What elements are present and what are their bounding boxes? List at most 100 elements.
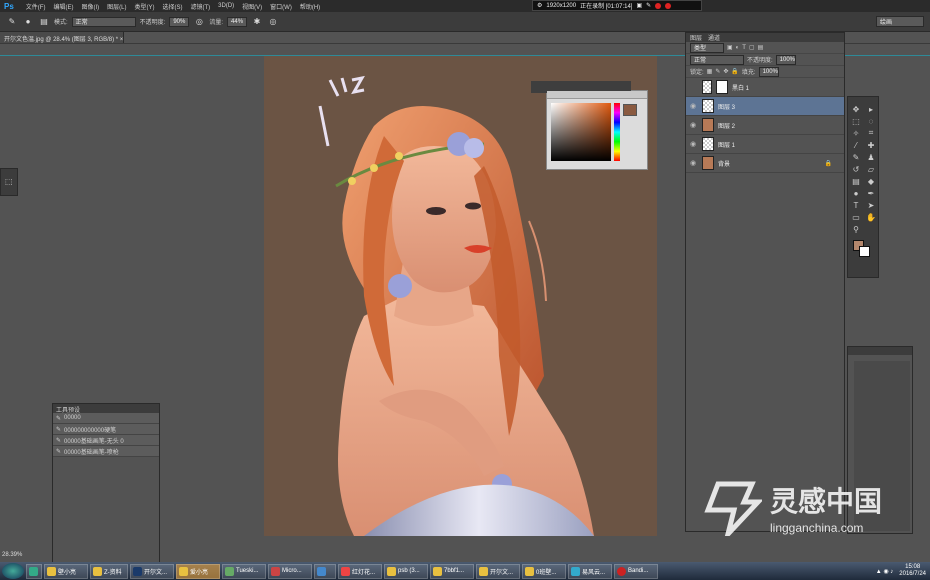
pressure-opacity-icon[interactable]: ◎ <box>193 16 205 28</box>
blur-tool-icon[interactable]: ◆ <box>868 177 874 186</box>
filter-type-icon[interactable]: T <box>742 45 746 51</box>
brush-panel-icon[interactable]: ▤ <box>38 16 50 28</box>
lasso-tool-icon[interactable]: ◌ <box>869 117 874 126</box>
taskbar-item[interactable]: 壁小亮 <box>44 563 88 579</box>
tab-layers[interactable]: 图层 <box>690 33 702 42</box>
layer-name[interactable]: 黑白 1 <box>732 83 749 92</box>
filter-pixel-icon[interactable]: ▣ <box>727 44 733 51</box>
lock-transparent-icon[interactable]: ▦ <box>707 68 713 75</box>
menu-filter[interactable]: 滤镜(T) <box>190 2 210 11</box>
collapsed-panel[interactable]: ⬚ <box>0 168 18 196</box>
shape-tool-icon[interactable]: ▭ <box>852 213 860 222</box>
eyedropper-icon[interactable]: ⁄ <box>855 141 856 150</box>
hue-slider[interactable] <box>614 103 620 161</box>
path-select-icon[interactable]: ➤ <box>868 201 875 210</box>
filter-adjust-icon[interactable]: ◐ <box>736 45 740 51</box>
layer-name[interactable]: 图层 3 <box>718 102 735 111</box>
taskbar-item[interactable] <box>314 563 336 579</box>
quicklaunch-icon[interactable] <box>26 563 42 579</box>
menu-view[interactable]: 视图(V) <box>242 2 262 11</box>
preset-item[interactable]: ✎ 000000000000硬笔 <box>53 424 159 435</box>
dodge-tool-icon[interactable]: ● <box>854 189 859 198</box>
taskbar-item[interactable]: 0班壁... <box>522 563 566 579</box>
airbrush-icon[interactable]: ✱ <box>251 16 263 28</box>
taskbar-item[interactable]: 7bbf1... <box>430 563 474 579</box>
panel-header[interactable] <box>848 347 912 355</box>
menu-layer[interactable]: 图层(L) <box>107 2 126 11</box>
taskbar-item[interactable]: psb (3... <box>384 563 428 579</box>
hand-tool-icon[interactable]: ✋ <box>866 213 876 222</box>
taskbar-item[interactable]: Micro... <box>268 563 312 579</box>
pen-tool-icon[interactable]: ✒ <box>868 189 875 198</box>
marquee-tool-icon[interactable]: ⬚ <box>852 117 860 126</box>
flow-input[interactable]: 44% <box>227 16 248 27</box>
zoom-level[interactable]: 28.39% <box>2 552 42 561</box>
layer-name[interactable]: 图层 2 <box>718 121 735 130</box>
eye-icon[interactable]: ◉ <box>690 159 698 167</box>
brush-tool-icon[interactable]: ✎ <box>853 153 860 162</box>
eye-icon[interactable]: ◉ <box>690 102 698 110</box>
lock-paint-icon[interactable]: ✎ <box>715 68 720 75</box>
heal-tool-icon[interactable]: ✚ <box>868 141 875 150</box>
picker-titlebar[interactable] <box>547 91 647 99</box>
layer-row[interactable]: ◉ 图层 2 <box>686 116 844 135</box>
lock-move-icon[interactable]: ✥ <box>723 68 728 75</box>
layer-opacity-input[interactable]: 100% <box>775 54 796 65</box>
stamp-tool-icon[interactable]: ♟ <box>867 153 874 162</box>
layer-thumbnail[interactable] <box>702 118 714 132</box>
eye-icon[interactable]: ◉ <box>690 121 698 129</box>
menu-window[interactable]: 窗口(W) <box>270 2 292 11</box>
crop-tool-icon[interactable]: ⌗ <box>869 128 874 138</box>
stop-icon[interactable] <box>665 2 672 9</box>
background-color-swatch[interactable] <box>859 246 870 257</box>
menu-edit[interactable]: 编辑(E) <box>53 2 73 11</box>
taskbar-item[interactable]: 开尔文... <box>130 563 174 579</box>
brush-size-icon[interactable]: ● <box>22 16 34 28</box>
brush-tool-icon[interactable]: ✎ <box>6 16 18 28</box>
layer-row[interactable]: ◉ 背景 🔒 <box>686 154 844 173</box>
preset-item[interactable]: ✎ 00000基础画笔-无头 0 <box>53 435 159 446</box>
opacity-input[interactable]: 90% <box>169 16 190 27</box>
layer-name[interactable]: 图层 1 <box>718 140 735 149</box>
zoom-tool-icon[interactable]: ⚲ <box>853 225 859 234</box>
taskbar-item[interactable]: Z-资料 <box>90 563 128 579</box>
taskbar-item[interactable]: 红灯花... <box>338 563 382 579</box>
type-tool-icon[interactable]: T <box>854 201 859 210</box>
color-picker-popup[interactable] <box>531 81 648 170</box>
fill-input[interactable]: 100% <box>758 66 779 77</box>
taskbar-item[interactable]: Tueski... <box>222 563 266 579</box>
menu-3d[interactable]: 3D(D) <box>218 3 234 9</box>
filter-shape-icon[interactable]: ▢ <box>749 44 755 51</box>
layer-thumbnail[interactable] <box>702 99 714 113</box>
pressure-size-icon[interactable]: ◎ <box>267 16 279 28</box>
taskbar-item[interactable]: 易风云... <box>568 563 612 579</box>
taskbar-item[interactable]: 爱小亮 <box>176 563 220 579</box>
blend-mode-dropdown[interactable]: 正常 <box>690 54 744 65</box>
layer-thumbnail[interactable] <box>702 156 714 170</box>
menu-file[interactable]: 文件(F) <box>26 2 46 11</box>
taskbar-item[interactable]: 开尔文... <box>476 563 520 579</box>
tray-icons[interactable]: ▲ ◉ ♪ <box>876 568 894 575</box>
tab-channels[interactable]: 通道 <box>708 33 720 42</box>
color-field[interactable] <box>551 103 611 161</box>
menu-select[interactable]: 选择(S) <box>162 2 182 11</box>
layer-row[interactable]: ◉ 图层 1 <box>686 135 844 154</box>
filter-smart-icon[interactable]: ▤ <box>758 44 764 51</box>
layer-name[interactable]: 背景 <box>718 159 821 168</box>
document-tab[interactable]: 开尔文色温.jpg @ 28.4% (图层 3, RGB/8) * × <box>0 32 124 43</box>
menu-type[interactable]: 类型(Y) <box>134 2 154 11</box>
eraser-tool-icon[interactable]: ▱ <box>868 165 874 174</box>
move-tool-icon[interactable]: ✥ <box>853 105 860 114</box>
layer-row[interactable]: 黑白 1 <box>686 78 844 97</box>
lock-all-icon[interactable]: 🔒 <box>731 68 738 75</box>
preset-item[interactable]: ✎ 00000 <box>53 413 159 424</box>
layer-mask-thumbnail[interactable] <box>716 80 728 94</box>
filter-kind-dropdown[interactable]: 类型 <box>690 42 724 53</box>
quick-select-icon[interactable]: ✧ <box>853 129 860 138</box>
eye-icon[interactable]: ◉ <box>690 140 698 148</box>
workspace-dropdown[interactable]: 绘画 <box>876 16 924 27</box>
menu-image[interactable]: 图像(I) <box>81 2 99 11</box>
record-icon[interactable] <box>655 2 662 9</box>
start-button[interactable] <box>2 563 24 579</box>
taskbar-item[interactable]: Bandi... <box>614 563 658 579</box>
